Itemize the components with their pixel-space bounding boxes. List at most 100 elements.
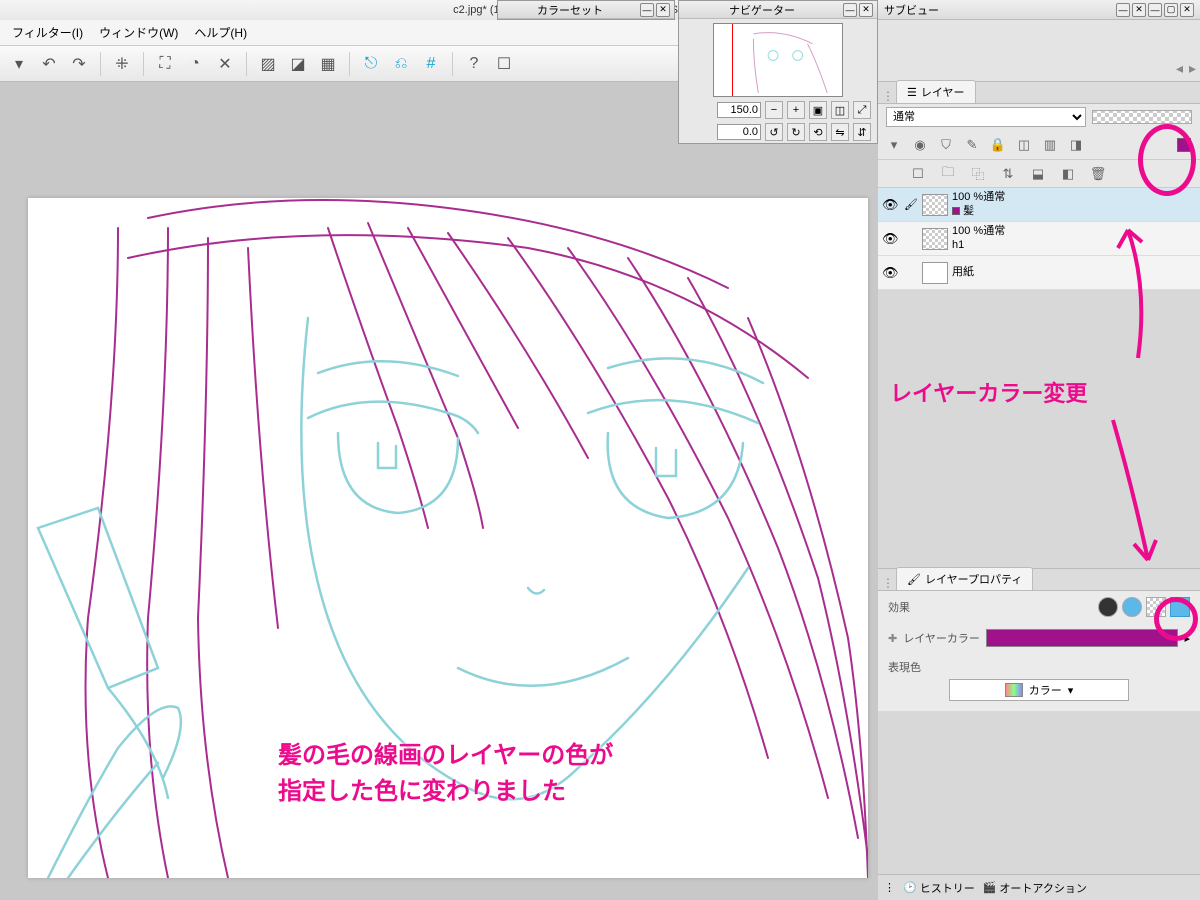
workspace: 髪の毛の線画のレイヤーの色が 指定した色に変わりました: [0, 82, 878, 900]
flip-v-icon[interactable]: ⇵: [853, 123, 871, 141]
snap-grid-icon[interactable]: #: [418, 51, 444, 77]
snap-ruler-icon[interactable]: ⎋: [358, 51, 384, 77]
support-icon[interactable]: ☐: [491, 51, 517, 77]
layer-thumbnail[interactable]: [922, 262, 948, 284]
close-icon[interactable]: ✕: [859, 3, 873, 17]
dropdown-icon: ▾: [1068, 684, 1074, 697]
tone-effect-icon[interactable]: [1122, 597, 1142, 617]
menu-window[interactable]: ウィンドウ(W): [91, 21, 186, 44]
opacity-slider[interactable]: [1092, 110, 1192, 124]
rotate-reset-icon[interactable]: ⟲: [809, 123, 827, 141]
reference-icon[interactable]: ⛉: [936, 135, 956, 155]
color-set-title: カラーセット: [502, 2, 638, 18]
flip-h-icon[interactable]: ⇋: [831, 123, 849, 141]
layer-color-bar[interactable]: [986, 629, 1179, 647]
palette-icon[interactable]: ◉: [910, 135, 930, 155]
layer-thumbnail[interactable]: [922, 228, 948, 250]
effect-label: 効果: [888, 599, 910, 615]
delete-icon[interactable]: 🗑: [1088, 164, 1108, 184]
gradient-icon: [1005, 683, 1023, 697]
minimize-icon[interactable]: —: [1116, 3, 1130, 17]
prev-icon[interactable]: ◂: [1176, 60, 1183, 77]
brush-icon: 🖌: [907, 573, 921, 586]
layer-property-tab[interactable]: 🖌 レイヤープロパティ: [896, 567, 1033, 590]
canvas[interactable]: 髪の毛の線画のレイヤーの色が 指定した色に変わりました: [28, 198, 868, 878]
visibility-icon[interactable]: 👁: [882, 265, 900, 281]
annotation-circle: [1154, 597, 1198, 641]
panel-grip-icon[interactable]: ⋮: [882, 89, 896, 103]
blend-mode-select[interactable]: 通常: [886, 107, 1086, 127]
undo-icon[interactable]: ↶: [36, 51, 62, 77]
help-icon[interactable]: ?: [461, 51, 487, 77]
history-icon: 🕑: [903, 881, 917, 894]
fit-screen-icon[interactable]: ▣: [809, 101, 827, 119]
annotation-arrow-down: [1098, 410, 1168, 570]
history-tab[interactable]: ヒストリー: [920, 880, 975, 896]
menu-filter[interactable]: フィルター(I): [4, 21, 91, 44]
close-icon[interactable]: ✕: [656, 3, 670, 17]
rotate-input[interactable]: [717, 124, 761, 140]
color-set-panel: カラーセット — ✕: [497, 0, 675, 20]
visibility-icon[interactable]: 👁: [882, 231, 900, 247]
select-border-icon[interactable]: ▦: [315, 51, 341, 77]
close-icon[interactable]: ✕: [1180, 3, 1194, 17]
new-folder-icon[interactable]: 🗀: [938, 164, 958, 184]
merge-icon[interactable]: ⬓: [1028, 164, 1048, 184]
transform-icon[interactable]: ⛶: [152, 51, 178, 77]
layer-row[interactable]: 👁 🖌 100 %通常 髪: [878, 188, 1200, 222]
next-icon[interactable]: ▸: [1189, 60, 1196, 77]
color-mode-select[interactable]: カラー ▾: [949, 679, 1129, 701]
layer-property-panel: ⋮ 🖌 レイヤープロパティ 効果 ✚ レイヤーカラー ▸ 表現色: [878, 568, 1200, 711]
erase-outside-icon[interactable]: ◔: [182, 51, 208, 77]
ruler-icon[interactable]: ▥: [1040, 135, 1060, 155]
mask-icon[interactable]: ◫: [1014, 135, 1034, 155]
annotation-circle: [1138, 124, 1196, 196]
autoaction-tab[interactable]: オートアクション: [999, 880, 1086, 896]
new-layer-icon[interactable]: ☐: [908, 164, 928, 184]
right-annotation: レイヤーカラー変更: [890, 376, 1087, 408]
subview-header: サブビュー — ✕ — ▢ ✕: [878, 0, 1200, 20]
clear-icon[interactable]: ⁜: [109, 51, 135, 77]
actual-size-icon[interactable]: ◫: [831, 101, 849, 119]
layers-icon: ☰: [907, 86, 917, 99]
zoom-whole-icon[interactable]: ⤢: [853, 101, 871, 119]
redo-icon[interactable]: ↷: [66, 51, 92, 77]
navigator-thumbnail[interactable]: [713, 23, 843, 97]
navigator-title: ナビゲーター: [683, 2, 841, 18]
zoom-in-icon[interactable]: +: [787, 101, 805, 119]
layer-tab[interactable]: ☰ レイヤー: [896, 80, 976, 103]
bottom-tabs: ⋮ 🕑ヒストリー 🎬オートアクション: [878, 874, 1200, 900]
close-icon[interactable]: ✕: [1132, 3, 1146, 17]
subview-title: サブビュー: [884, 2, 1114, 18]
layer-color-label: レイヤーカラー: [903, 630, 980, 646]
dropdown-icon[interactable]: ▾: [884, 135, 904, 155]
panel-grip-icon[interactable]: ⋮: [882, 576, 896, 590]
right-dock: サブビュー — ✕ — ▢ ✕ ◂ ▸ ⋮ ☰ レイヤー 通常 ▾ ◉ ⛉ ✎: [878, 0, 1200, 900]
transfer-icon[interactable]: ⇅: [998, 164, 1018, 184]
layer-thumbnail[interactable]: [922, 194, 948, 216]
zoom-input[interactable]: [717, 102, 761, 118]
select-show-icon[interactable]: ◪: [285, 51, 311, 77]
minimize-icon[interactable]: —: [640, 3, 654, 17]
lock-icon[interactable]: 🔒: [988, 135, 1008, 155]
visibility-icon[interactable]: 👁: [882, 197, 900, 213]
draft-icon[interactable]: ✎: [962, 135, 982, 155]
minimize-icon[interactable]: —: [1148, 3, 1162, 17]
rotate-right-icon[interactable]: ↻: [787, 123, 805, 141]
border-effect-icon[interactable]: [1098, 597, 1118, 617]
clip-icon[interactable]: ◨: [1066, 135, 1086, 155]
zoom-out-icon[interactable]: −: [765, 101, 783, 119]
menu-help[interactable]: ヘルプ(H): [186, 21, 255, 44]
combine-icon[interactable]: ◧: [1058, 164, 1078, 184]
rotate-left-icon[interactable]: ↺: [765, 123, 783, 141]
minimize-icon[interactable]: —: [843, 3, 857, 17]
express-color-label: 表現色: [888, 662, 921, 674]
select-invert-icon[interactable]: ▨: [255, 51, 281, 77]
dropdown-icon[interactable]: ▾: [6, 51, 32, 77]
duplicate-icon[interactable]: ⿻: [968, 164, 988, 184]
maximize-icon[interactable]: ▢: [1164, 3, 1178, 17]
snap-special-icon[interactable]: ⎌: [388, 51, 414, 77]
brush-icon: 🖌: [904, 198, 918, 211]
panel-grip-icon[interactable]: ⋮: [884, 881, 895, 894]
crop-icon[interactable]: ✕: [212, 51, 238, 77]
